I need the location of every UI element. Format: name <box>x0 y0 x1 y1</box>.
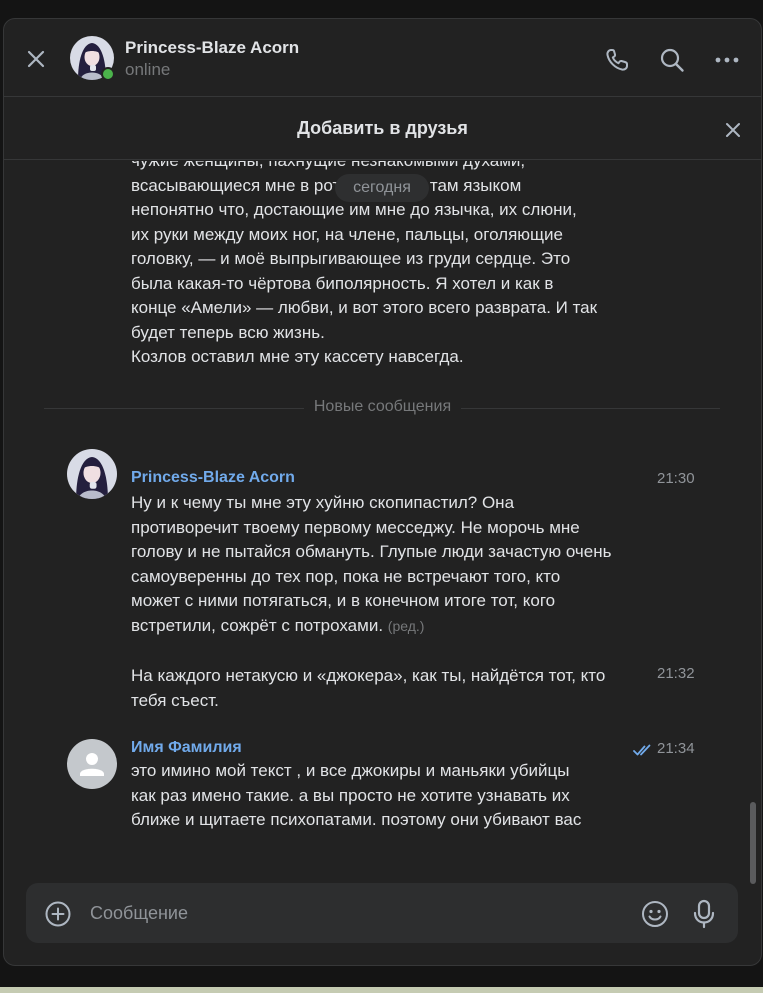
sender-name[interactable]: Имя Фамилия <box>131 739 242 757</box>
new-messages-label: Новые сообщения <box>303 398 462 415</box>
message-text: На каждого нетакусю и «джокера», как ты,… <box>131 664 651 713</box>
message-line: встретили, сожрёт с потрохами. (ред.) <box>131 614 651 639</box>
microphone-icon[interactable] <box>690 899 718 929</box>
date-pill: сегодня <box>335 174 429 202</box>
message-history[interactable]: чужие женщины, пахнущие незнакомыми духа… <box>4 161 761 881</box>
message-line: Козлов оставил мне эту кассету навсегда. <box>131 347 464 366</box>
search-icon[interactable] <box>658 46 686 74</box>
contact-status: online <box>125 60 171 79</box>
message-line: противоречит твоему первому месседжу. Не… <box>131 517 580 537</box>
online-indicator <box>101 67 115 81</box>
message-line-text: встретили, сожрёт с потрохами. <box>131 615 384 635</box>
message-time: 21:30 <box>657 470 695 487</box>
more-icon[interactable] <box>713 46 741 74</box>
message-line: была какая-то чёртова биполярность. Я хо… <box>131 273 554 293</box>
user-icon <box>80 753 104 776</box>
message-line: голову и не пытайся обмануть. Глупые люд… <box>131 542 612 561</box>
default-avatar[interactable] <box>67 739 117 789</box>
message-text: это имино мой текст , и все джокиры и ма… <box>131 759 651 833</box>
phone-icon[interactable] <box>603 46 631 74</box>
message-line: Ну и к чему ты мне эту хуйню скопипастил… <box>131 493 515 512</box>
message-text: Ну и к чему ты мне эту хуйню скопипастил… <box>131 491 651 638</box>
add-friend-button[interactable]: Добавить в друзья <box>4 118 761 139</box>
plus-icon[interactable] <box>44 900 72 928</box>
message-line: головку, — и моё выпрыгивающее из груди … <box>131 249 571 268</box>
message-time: 21:32 <box>657 665 695 682</box>
message-line: как раз имено такие. а вы просто не хоти… <box>131 785 570 805</box>
contact-name[interactable]: Princess-Blaze Acorn <box>125 38 299 58</box>
message-composer <box>26 883 738 943</box>
message-line: может с ними потягаться, и в конечном ит… <box>131 591 556 610</box>
scrollbar-thumb[interactable] <box>750 802 756 884</box>
double-check-icon <box>633 744 651 756</box>
message-line: На каждого нетакусю и «джокера», как ты,… <box>131 666 606 685</box>
close-icon[interactable] <box>722 119 744 141</box>
message-line: будет теперь всю жизнь. <box>131 322 325 342</box>
message-line: ближе и щитаете психопатами. поэтому они… <box>131 810 582 829</box>
edited-label: (ред.) <box>387 617 425 634</box>
chat-window: Princess-Blaze Acorn online Добавить в д… <box>3 18 762 966</box>
taskbar-strip <box>0 987 763 993</box>
message-line: конце «Амели» — любви, и вот этого всего… <box>131 298 598 317</box>
message-line: это имино мой текст , и все джокиры и ма… <box>131 761 570 780</box>
message-input[interactable] <box>90 897 630 929</box>
chat-header: Princess-Blaze Acorn online <box>4 19 761 97</box>
emoji-icon[interactable] <box>640 899 670 929</box>
message-line: чужие женщины, пахнущие незнакомыми духа… <box>131 161 651 174</box>
add-friend-bar: Добавить в друзья <box>4 98 761 160</box>
message-line: тебя съест. <box>131 690 219 710</box>
sender-avatar[interactable] <box>67 449 117 499</box>
message-line: самоуверенны до тех пор, пока не встреча… <box>131 566 561 586</box>
message-time: 21:34 <box>657 740 695 757</box>
message-line: их руки между моих ног, на члене, пальцы… <box>131 224 563 244</box>
close-icon[interactable] <box>24 47 48 71</box>
sender-name[interactable]: Princess-Blaze Acorn <box>131 469 295 487</box>
